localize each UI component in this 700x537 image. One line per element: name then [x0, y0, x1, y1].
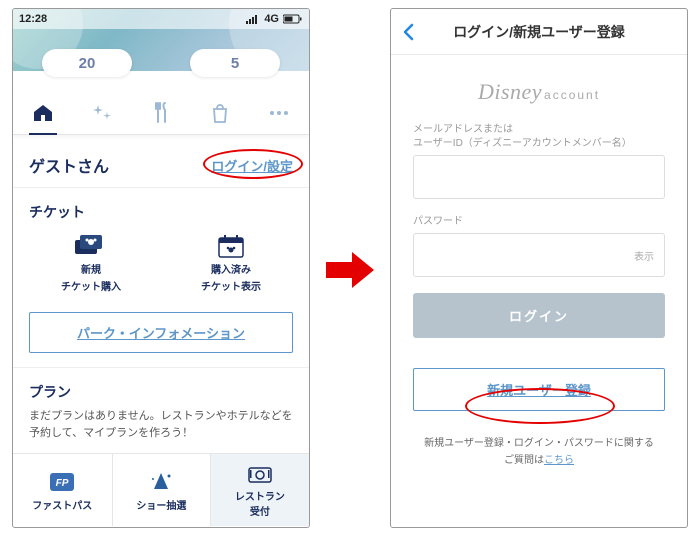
- tab-food[interactable]: [141, 91, 181, 135]
- ticket-new-icon: [73, 234, 109, 260]
- password-show-toggle[interactable]: 表示: [634, 248, 654, 263]
- tab-home[interactable]: [23, 91, 63, 135]
- disney-account-logo: Disneyaccount: [391, 55, 687, 123]
- section-title-plan: プラン: [13, 368, 309, 408]
- map-pills: 20 5: [13, 49, 309, 77]
- brand-main: Disney: [478, 79, 542, 104]
- status-network: 4G: [264, 13, 279, 25]
- tab-shopping[interactable]: [200, 91, 240, 135]
- map-pill[interactable]: 5: [190, 49, 280, 77]
- plan-item-restaurant[interactable]: レストラン 受付: [210, 454, 309, 526]
- email-label: メールアドレスまたは ユーザーID（ディズニーアカウントメンバー名）: [413, 123, 665, 151]
- home-icon: [32, 103, 54, 123]
- battery-icon: [283, 14, 303, 24]
- restaurant-plate-icon: [247, 464, 273, 484]
- map-pill[interactable]: 20: [42, 49, 132, 77]
- flow-arrow-icon: [324, 250, 376, 290]
- brand-sub: account: [544, 88, 600, 102]
- guest-name: ゲストさん: [29, 153, 109, 177]
- screen-home: 12:28 4G 20 5: [12, 8, 310, 528]
- tab-more[interactable]: [259, 91, 299, 135]
- password-label: パスワード: [413, 215, 665, 229]
- ticket-purchased-line1: 購入済み: [211, 264, 251, 277]
- plan-item-label: ファストパス: [32, 497, 92, 512]
- help-text: 新規ユーザー登録・ログイン・パスワードに関する ご質問はこちら: [413, 435, 665, 469]
- login-header: ログイン/新規ユーザー登録: [391, 9, 687, 55]
- fork-knife-icon: [152, 102, 170, 124]
- park-info-button[interactable]: パーク・インフォメーション: [29, 312, 293, 353]
- screen-login: ログイン/新規ユーザー登録 Disneyaccount メールアドレスまたは ユ…: [390, 8, 688, 528]
- back-button[interactable]: [401, 9, 415, 54]
- calendar-ticket-icon: [213, 234, 249, 260]
- email-field[interactable]: [413, 155, 665, 199]
- register-button[interactable]: 新規ユーザー登録: [413, 368, 665, 411]
- ticket-new-line2: チケット購入: [61, 281, 121, 294]
- svg-text:FP: FP: [56, 478, 69, 489]
- tab-attractions[interactable]: [82, 91, 122, 135]
- wizard-hat-icon: [149, 471, 173, 493]
- status-bar: 12:28 4G: [13, 9, 309, 29]
- login-header-title: ログイン/新規ユーザー登録: [391, 22, 687, 42]
- plan-empty-text: まだプランはありません。レストランやホテルなどを予約して、マイプランを作ろう！: [13, 408, 309, 453]
- tab-bar: [13, 91, 309, 135]
- shopping-bag-icon: [211, 103, 229, 123]
- section-title-tickets: チケット: [13, 188, 309, 228]
- plan-item-show-lottery[interactable]: ショー抽選: [112, 454, 211, 526]
- status-right: 4G: [246, 13, 303, 25]
- plan-item-label: ショー抽選: [136, 497, 186, 512]
- help-link[interactable]: こちら: [544, 455, 574, 466]
- signal-icon: [246, 14, 260, 24]
- plan-item-fastpass[interactable]: FP ファストパス: [13, 454, 112, 526]
- chevron-left-icon: [401, 23, 415, 41]
- fastpass-icon: FP: [48, 471, 76, 493]
- more-icon: [268, 109, 290, 117]
- login-settings-link[interactable]: ログイン/設定: [211, 156, 293, 175]
- login-button[interactable]: ログイン: [413, 293, 665, 338]
- password-field[interactable]: 表示: [413, 233, 665, 277]
- plan-row[interactable]: FP ファストパス ショー抽選 レストラン 受付 ショ: [13, 453, 309, 526]
- ticket-purchased-line2: チケット表示: [201, 281, 261, 294]
- status-time: 12:28: [19, 13, 47, 25]
- ticket-new-button[interactable]: 新規 チケット購入: [61, 234, 121, 294]
- ticket-new-line1: 新規: [81, 264, 101, 277]
- ticket-purchased-button[interactable]: 購入済み チケット表示: [201, 234, 261, 294]
- sparkle-icon: [92, 103, 112, 123]
- plan-item-label: レストラン 受付: [235, 488, 285, 518]
